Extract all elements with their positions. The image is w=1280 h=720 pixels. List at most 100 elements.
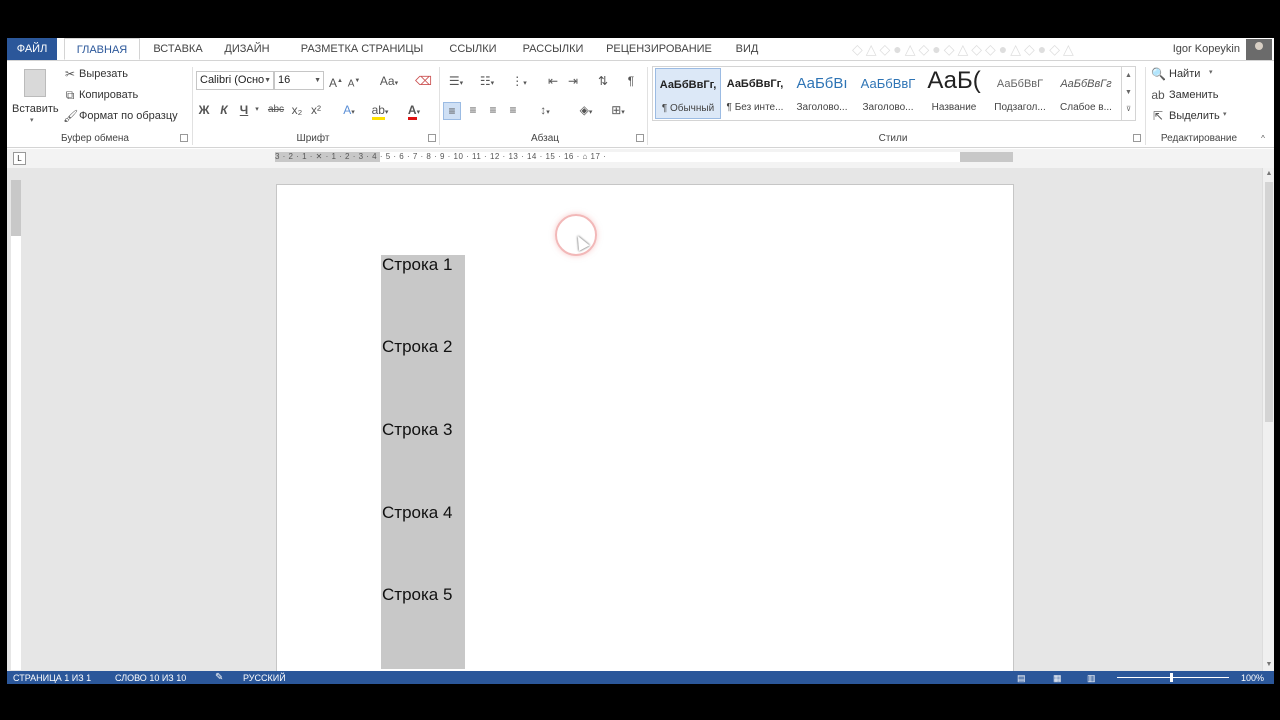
document-page[interactable]: Строка 1 Строка 2 Строка 3 Строка 4 Стро… (276, 184, 1014, 671)
borders-icon[interactable]: ⊞▾ (605, 102, 631, 121)
font-launcher-icon[interactable] (428, 134, 436, 142)
font-size-select[interactable]: 16 ▼ (274, 71, 324, 90)
shaded-column (381, 255, 465, 669)
font-color-icon[interactable]: A▾ (401, 102, 427, 121)
row-5[interactable]: Строка 5 (382, 585, 452, 605)
strikethrough-button[interactable]: abc (265, 102, 287, 118)
grow-font-icon[interactable]: A▲ (329, 73, 343, 91)
tab-mailings[interactable]: РАССЫЛКИ (513, 38, 593, 60)
style-no-spacing[interactable]: АаБбВвГг, ¶ Без инте... (722, 68, 788, 119)
chevron-down-icon: ▼ (314, 77, 321, 84)
paragraph-launcher-icon[interactable] (636, 134, 644, 142)
replace-icon: ab (1151, 88, 1165, 102)
chevron-up-icon[interactable]: ▲ (1122, 67, 1135, 84)
tab-file[interactable]: ФАЙЛ (7, 38, 57, 60)
style-heading-2[interactable]: АаБбВвГ Заголово... (855, 68, 921, 119)
sort-icon[interactable]: ⇅ (595, 73, 611, 89)
style-preview: АаБбВвГг, (726, 78, 784, 90)
row-4[interactable]: Строка 4 (382, 503, 452, 523)
font-family-select[interactable]: Calibri (Осно ▼ (196, 71, 274, 90)
highlight-icon[interactable]: ab▾ (367, 102, 393, 121)
row-3[interactable]: Строка 3 (382, 420, 452, 440)
style-preview: АаБбВвГг (1060, 78, 1112, 90)
align-left-icon[interactable]: ≡ (443, 102, 461, 120)
bold-button[interactable]: Ж (197, 102, 211, 118)
subscript-button[interactable]: x₂ (290, 102, 304, 118)
change-case-label: Aa (379, 74, 395, 88)
justify-icon[interactable]: ≡ (505, 102, 521, 118)
style-title[interactable]: АаБ( Название (921, 67, 987, 119)
zoom-level[interactable]: 100% (1241, 671, 1264, 684)
web-layout-icon[interactable]: ▥ (1087, 671, 1096, 684)
scroll-thumb[interactable] (1265, 182, 1273, 422)
cut-button[interactable]: ✂ Вырезать (63, 66, 143, 84)
scissors-icon: ✂ (64, 67, 76, 81)
shading-icon[interactable]: ◈▾ (573, 102, 599, 121)
numbering-icon[interactable]: ☷▾ (475, 73, 499, 92)
zoom-slider[interactable] (1117, 677, 1229, 678)
clipboard-launcher-icon[interactable] (180, 134, 188, 142)
more-styles-icon[interactable]: ⊽ (1122, 101, 1135, 118)
align-center-icon[interactable]: ≡ (465, 102, 481, 118)
gallery-scroll[interactable]: ▲ ▼ ⊽ (1121, 67, 1135, 120)
chevron-down-icon[interactable]: ▼ (1122, 84, 1135, 101)
tab-design[interactable]: ДИЗАЙН (219, 38, 275, 60)
shrink-font-icon[interactable]: A▼ (347, 73, 361, 92)
tab-insert[interactable]: ВСТАВКА (147, 38, 209, 60)
tab-page-layout[interactable]: РАЗМЕТКА СТРАНИЦЫ (293, 38, 431, 60)
avatar[interactable] (1246, 39, 1272, 60)
style-heading-1[interactable]: АаБбВı Заголово... (789, 68, 855, 119)
pilcrow-icon[interactable]: ¶ (623, 73, 639, 89)
row-2[interactable]: Строка 2 (382, 337, 452, 357)
read-mode-icon[interactable]: ▤ (1017, 671, 1026, 684)
style-name: ¶ Без инте... (726, 102, 784, 113)
format-painter-button[interactable]: 🖌 Формат по образцу (63, 108, 187, 126)
bullets-icon[interactable]: ☰▾ (444, 73, 468, 92)
tab-view[interactable]: ВИД (727, 38, 767, 60)
vertical-ruler[interactable] (11, 180, 21, 670)
vertical-scrollbar[interactable]: ▲ ▼ (1262, 168, 1274, 671)
copy-button[interactable]: ⧉ Копировать (63, 87, 153, 105)
zoom-slider-knob[interactable] (1170, 673, 1173, 682)
align-right-icon[interactable]: ≡ (485, 102, 501, 118)
scroll-up-icon[interactable]: ▲ (1263, 168, 1274, 180)
paste-label: Вставить (12, 103, 59, 115)
style-subtitle[interactable]: АаБбВвГ Подзагол... (987, 68, 1053, 119)
style-normal[interactable]: АаБбВвГг, ¶ Обычный (655, 68, 721, 119)
multilevel-list-icon[interactable]: ⋮▾ (507, 73, 531, 92)
chevron-down-icon[interactable]: ▾ (253, 102, 261, 118)
clear-formatting-icon[interactable]: ⌫ (415, 73, 432, 89)
superscript-button[interactable]: x² (309, 102, 323, 118)
tab-review[interactable]: РЕЦЕНЗИРОВАНИЕ (603, 38, 715, 60)
styles-launcher-icon[interactable] (1133, 134, 1141, 142)
line-spacing-icon[interactable]: ↕▾ (533, 102, 557, 121)
select-button[interactable]: ⇱ Выделить ▾ (1151, 108, 1241, 126)
document-area: Строка 1 Строка 2 Строка 3 Строка 4 Стро… (7, 168, 1274, 671)
decrease-indent-icon[interactable]: ⇤ (545, 73, 561, 89)
scroll-down-icon[interactable]: ▼ (1263, 659, 1274, 671)
style-subtle-emphasis[interactable]: АаБбВвГг Слабое в... (1053, 68, 1119, 119)
row-1[interactable]: Строка 1 (382, 255, 452, 275)
tab-references[interactable]: ССЫЛКИ (441, 38, 505, 60)
horizontal-ruler[interactable]: 3 · 2 · 1 · ✕ · 1 · 2 · 3 · 4 · 5 · 6 · … (275, 152, 1013, 162)
paste-button[interactable]: Вставить ▾ (11, 65, 59, 127)
italic-button[interactable]: К (217, 102, 231, 118)
language[interactable]: РУССКИЙ (243, 671, 286, 684)
find-button[interactable]: 🔍 Найти ▾ (1151, 66, 1231, 84)
underline-button[interactable]: Ч (237, 102, 251, 118)
print-layout-icon[interactable]: ▦ (1053, 671, 1062, 684)
proofing-icon[interactable]: ✎ (215, 671, 223, 684)
chevron-down-icon: ▾ (1209, 69, 1213, 76)
replace-button[interactable]: ab Заменить (1151, 87, 1241, 105)
ruler-numbers: 3 · 2 · 1 · ✕ · 1 · 2 · 3 · 4 · 5 · 6 · … (275, 152, 607, 161)
collapse-ribbon-icon[interactable]: ^ (1256, 131, 1270, 147)
user-name[interactable]: Igor Kopeykin (1173, 38, 1240, 60)
tab-selector[interactable]: L (13, 152, 26, 165)
page-count[interactable]: СТРАНИЦА 1 ИЗ 1 (13, 671, 91, 684)
tab-home[interactable]: ГЛАВНАЯ (64, 38, 140, 60)
increase-indent-icon[interactable]: ⇥ (565, 73, 581, 89)
text-effects-icon[interactable]: A▾ (337, 102, 361, 121)
word-count[interactable]: СЛОВО 10 ИЗ 10 (115, 671, 186, 684)
clipboard-icon (24, 69, 46, 97)
change-case-button[interactable]: Aa▾ (375, 73, 403, 92)
